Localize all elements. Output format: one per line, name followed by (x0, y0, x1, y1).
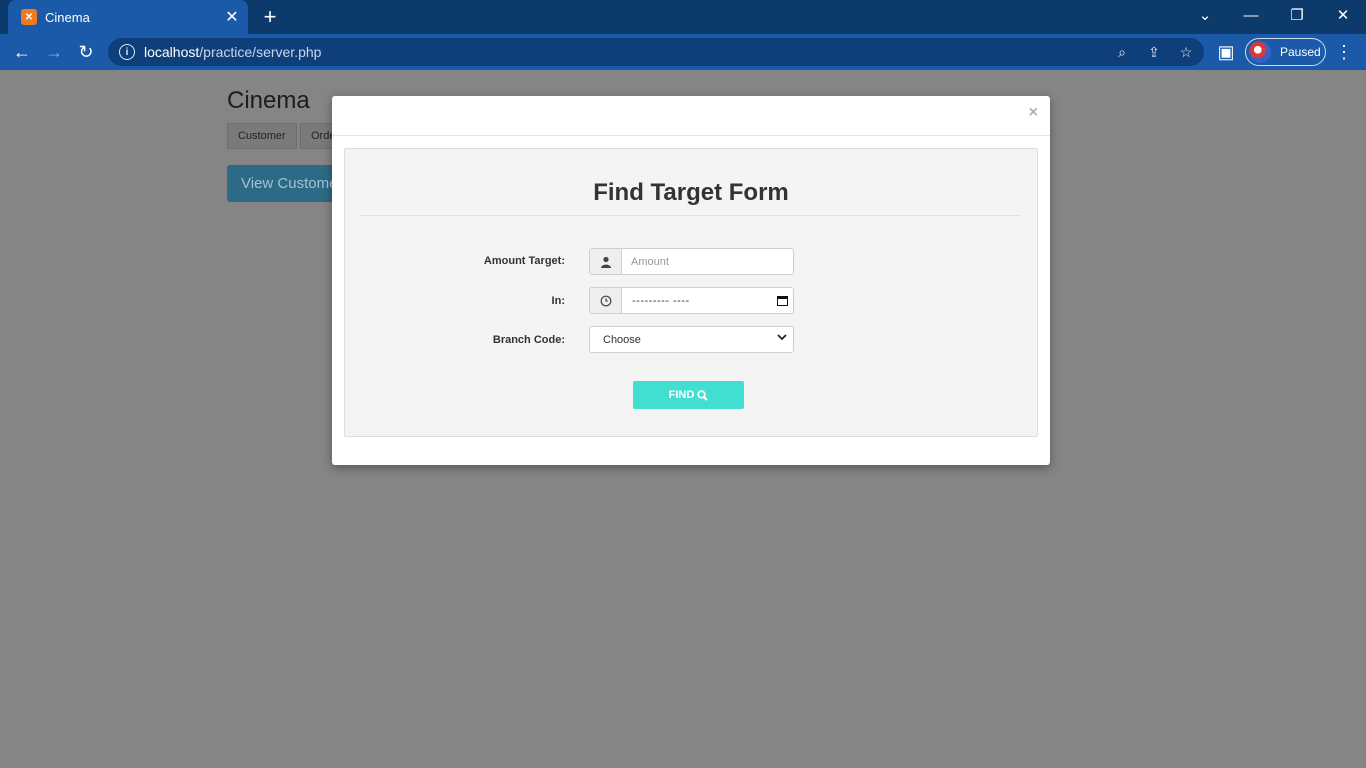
page-title: Cinema (227, 87, 310, 114)
address-bar[interactable]: i localhost/practice/server.php ⌕ ⇪ ☆ (108, 38, 1204, 66)
browser-tab[interactable]: ✕ Cinema ✕ (8, 0, 248, 34)
url-text: localhost/practice/server.php (144, 44, 322, 60)
site-info-icon[interactable]: i (119, 44, 135, 60)
bookmark-star-icon[interactable]: ☆ (1176, 42, 1196, 62)
in-label: In: (551, 295, 565, 307)
modal-close-button[interactable]: × (1029, 104, 1038, 122)
search-icon (697, 389, 709, 401)
modal-header: × (332, 96, 1050, 136)
user-icon (590, 249, 622, 274)
branch-selected-value: Choose (603, 333, 641, 346)
avatar (1249, 41, 1271, 63)
new-tab-icon[interactable]: + (259, 4, 281, 30)
form-panel: Find Target Form Amount Target: In: ----… (344, 148, 1038, 437)
browser-toolbar: ← → ↻ i localhost/practice/server.php ⌕ … (0, 34, 1366, 70)
tab-search-icon[interactable]: ⌄ (1182, 0, 1228, 30)
chevron-down-icon (776, 331, 788, 346)
in-input-group: --------- ---- (589, 287, 794, 314)
share-icon[interactable]: ⇪ (1144, 42, 1164, 62)
zoom-icon[interactable]: ⌕ (1112, 42, 1132, 62)
forward-icon[interactable]: → (42, 40, 66, 64)
branch-label: Branch Code: (492, 334, 565, 346)
profile-button[interactable]: Paused (1245, 38, 1326, 66)
divider (361, 215, 1021, 216)
amount-input[interactable] (622, 249, 793, 274)
find-button[interactable]: FIND (633, 381, 744, 409)
xampp-icon: ✕ (21, 9, 37, 25)
tab-strip: ✕ Cinema ✕ + ⌄ — ❐ ✕ (0, 0, 1366, 34)
close-window-icon[interactable]: ✕ (1320, 0, 1366, 30)
find-label: FIND (668, 389, 695, 401)
calendar-icon[interactable] (771, 288, 793, 313)
form-title: Find Target Form (593, 179, 789, 206)
menu-icon[interactable]: ⋮ (1332, 40, 1356, 64)
branch-select[interactable]: Choose (589, 326, 794, 353)
side-panel-icon[interactable]: ▣ (1214, 40, 1238, 64)
month-input[interactable]: --------- ---- (622, 288, 771, 313)
amount-input-group (589, 248, 794, 275)
clock-icon (590, 288, 622, 313)
tab-customer[interactable]: Customer (227, 123, 297, 149)
profile-label: Paused (1280, 45, 1321, 59)
tab-title: Cinema (45, 9, 90, 25)
close-tab-icon[interactable]: ✕ (222, 7, 242, 27)
minimize-icon[interactable]: — (1228, 0, 1274, 30)
restore-icon[interactable]: ❐ (1274, 0, 1320, 30)
reload-icon[interactable]: ↻ (74, 40, 98, 64)
back-icon[interactable]: ← (10, 40, 34, 64)
amount-label: Amount Target: (483, 255, 565, 267)
find-target-modal: × Find Target Form Amount Target: In: --… (332, 96, 1050, 465)
